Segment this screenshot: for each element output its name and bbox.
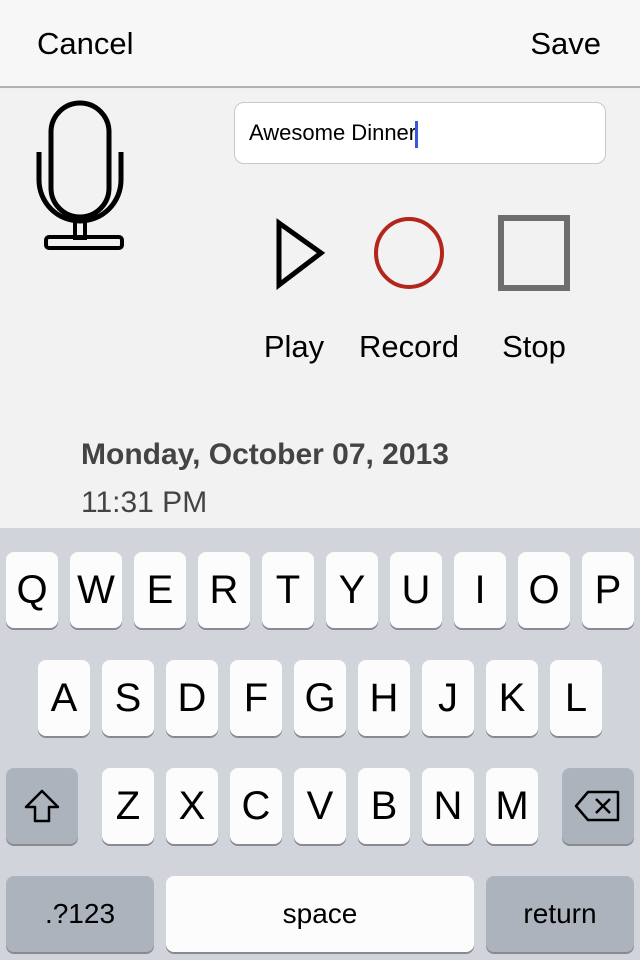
key-f[interactable]: F — [230, 660, 282, 736]
backspace-icon — [574, 790, 620, 822]
recording-time: 11:31 PM — [81, 486, 208, 519]
shift-icon — [24, 789, 60, 823]
key-c[interactable]: C — [230, 768, 282, 844]
record-label: Record — [359, 329, 459, 364]
save-button[interactable]: Save — [530, 26, 601, 62]
return-key[interactable]: return — [486, 876, 634, 952]
delete-key[interactable] — [562, 768, 634, 844]
key-q[interactable]: Q — [6, 552, 58, 628]
space-key[interactable]: space — [166, 876, 474, 952]
navigation-bar: Cancel Save — [0, 0, 640, 88]
recording-title-input[interactable]: Awesome Dinner — [234, 102, 606, 164]
record-icon — [374, 217, 444, 289]
recording-date: Monday, October 07, 2013 — [81, 438, 449, 471]
key-e[interactable]: E — [134, 552, 186, 628]
microphone-icon — [36, 100, 124, 250]
key-a[interactable]: A — [38, 660, 90, 736]
key-p[interactable]: P — [582, 552, 634, 628]
key-b[interactable]: B — [358, 768, 410, 844]
key-z[interactable]: Z — [102, 768, 154, 844]
key-h[interactable]: H — [358, 660, 410, 736]
cancel-button[interactable]: Cancel — [37, 26, 134, 62]
key-w[interactable]: W — [70, 552, 122, 628]
stop-button[interactable]: Stop — [484, 215, 584, 365]
key-n[interactable]: N — [422, 768, 474, 844]
shift-key[interactable] — [6, 768, 78, 844]
key-i[interactable]: I — [454, 552, 506, 628]
key-y[interactable]: Y — [326, 552, 378, 628]
key-l[interactable]: L — [550, 660, 602, 736]
key-d[interactable]: D — [166, 660, 218, 736]
key-t[interactable]: T — [262, 552, 314, 628]
play-icon — [276, 218, 326, 291]
key-s[interactable]: S — [102, 660, 154, 736]
record-button[interactable]: Record — [359, 215, 459, 365]
recording-title-text: Awesome Dinner — [249, 120, 417, 145]
key-x[interactable]: X — [166, 768, 218, 844]
text-caret — [415, 120, 419, 148]
play-button[interactable]: Play — [244, 215, 344, 365]
key-u[interactable]: U — [390, 552, 442, 628]
keyboard: Q W E R T Y U I O P A S D F G H J K L Z X C V B N M .?123 space retu… — [0, 528, 640, 960]
key-o[interactable]: O — [518, 552, 570, 628]
key-v[interactable]: V — [294, 768, 346, 844]
key-k[interactable]: K — [486, 660, 538, 736]
numbers-key[interactable]: .?123 — [6, 876, 154, 952]
key-m[interactable]: M — [486, 768, 538, 844]
key-j[interactable]: J — [422, 660, 474, 736]
stop-label: Stop — [502, 329, 566, 364]
play-label: Play — [263, 329, 325, 364]
stop-icon — [498, 215, 570, 291]
key-r[interactable]: R — [198, 552, 250, 628]
key-g[interactable]: G — [294, 660, 346, 736]
